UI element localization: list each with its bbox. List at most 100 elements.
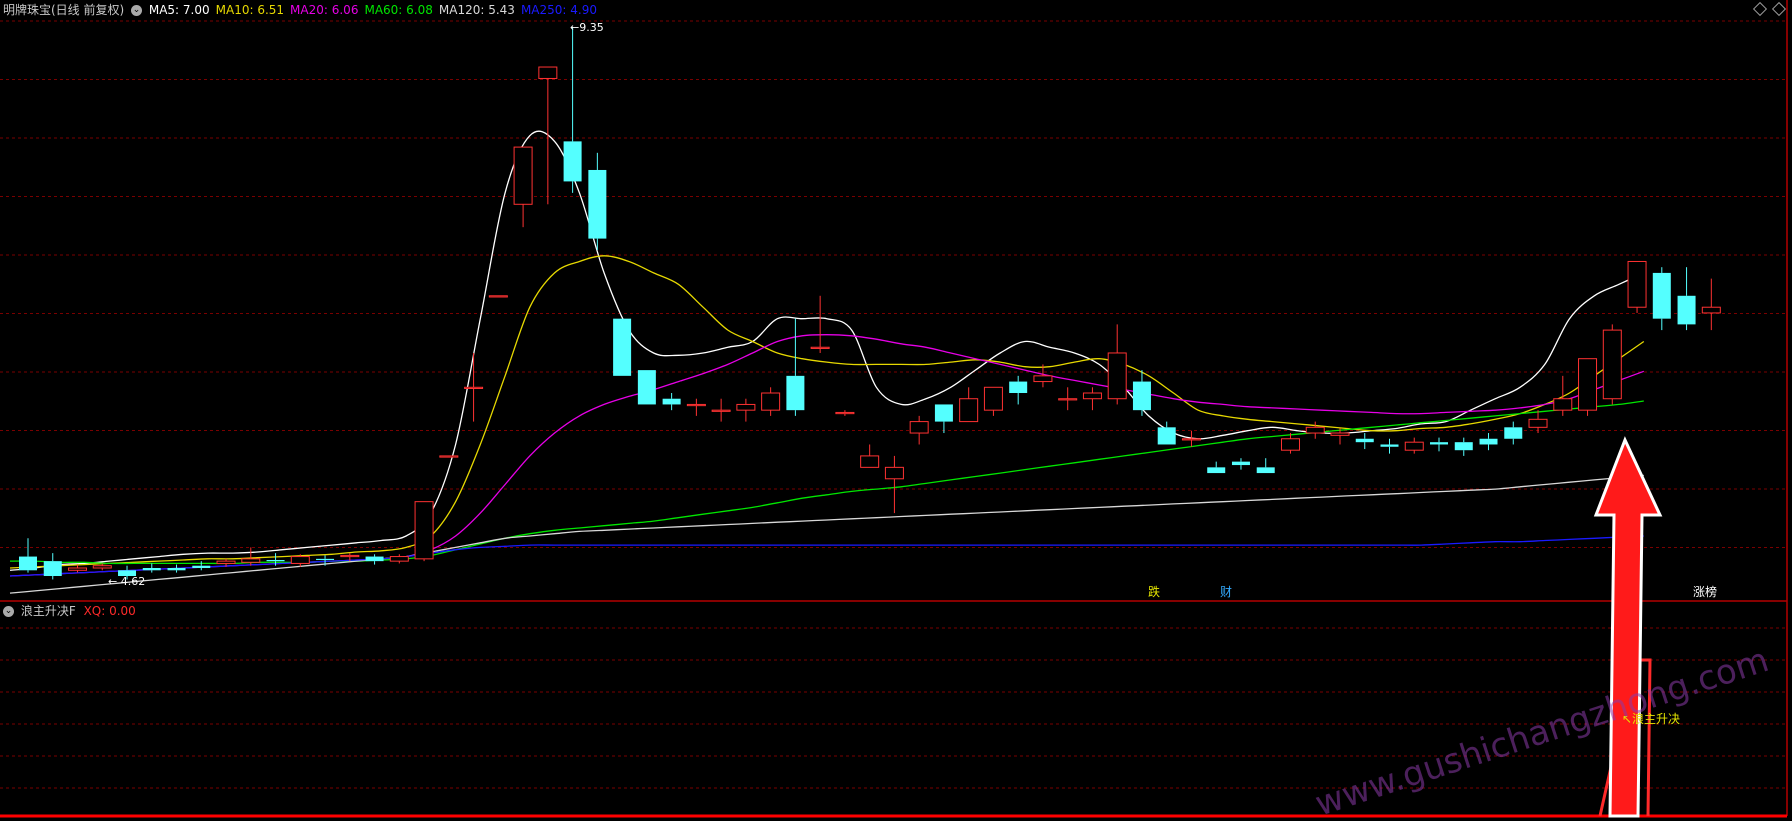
candle-body — [711, 409, 731, 412]
candle — [1701, 278, 1721, 331]
candle-body — [192, 565, 211, 568]
ma-legend-item: MA250: 4.90 — [520, 3, 597, 17]
ma-line-ma60 — [9, 400, 1644, 565]
candle-body — [513, 146, 533, 205]
candle-body — [1627, 260, 1647, 308]
candle-body — [1578, 358, 1598, 411]
candle-body — [92, 565, 112, 569]
candle — [1256, 458, 1275, 474]
candle — [909, 415, 929, 445]
candle-body — [389, 556, 409, 562]
candle — [1132, 370, 1151, 416]
candle-body — [736, 403, 756, 411]
low-price-label: ← 4.62 — [108, 575, 145, 588]
candle — [563, 27, 582, 193]
candle-body — [1355, 438, 1374, 443]
candle-body — [19, 556, 37, 571]
candle-body — [588, 169, 607, 239]
chart-title: 明牌珠宝(日线 前复权) — [3, 3, 125, 17]
candle-body — [909, 421, 929, 434]
candle-body — [1553, 398, 1573, 411]
collapse-icon[interactable]: ⌄ — [131, 5, 143, 16]
candle — [934, 404, 953, 434]
ma-legend-item: MA60: 6.08 — [364, 3, 433, 17]
high-price-label: ←9.35 — [570, 21, 604, 34]
candle-body — [810, 346, 830, 349]
candle — [1553, 375, 1573, 416]
candle — [1355, 433, 1374, 450]
indicator-value-label: XQ: 0.00 — [83, 604, 136, 618]
candle-body — [1181, 438, 1201, 441]
signal-tag: 跌 — [1148, 584, 1160, 599]
candle-body — [761, 392, 781, 411]
candle — [1430, 437, 1449, 452]
signal-tag: 财 — [1220, 585, 1232, 599]
candle-body — [439, 455, 459, 458]
candle-body — [365, 556, 384, 562]
candle-body — [464, 386, 484, 389]
candle-body — [1677, 295, 1696, 325]
candle-body — [1058, 398, 1078, 401]
candle-body — [1256, 467, 1275, 474]
candle-body — [241, 558, 261, 563]
candle-body — [414, 501, 434, 560]
candle — [365, 554, 384, 565]
candle-body — [959, 398, 979, 423]
candle-body — [835, 411, 855, 415]
ma-line-ma10 — [9, 255, 1645, 569]
candle-body — [1157, 427, 1176, 445]
candle — [662, 393, 681, 411]
candle-body — [613, 318, 632, 376]
candle — [613, 318, 632, 376]
candle-body — [1528, 418, 1548, 428]
ma-legend-item: MA20: 6.06 — [290, 3, 359, 17]
candle — [1305, 421, 1325, 439]
candle — [786, 318, 805, 416]
candle — [439, 455, 459, 458]
candle-body — [1082, 392, 1102, 400]
candle-body — [860, 455, 880, 468]
candle — [1454, 437, 1473, 456]
candle-body — [1430, 442, 1449, 445]
ma-legend-item: MA120: 5.43 — [438, 3, 515, 17]
candle-body — [488, 295, 508, 298]
candle-body — [884, 466, 904, 480]
ma-line-ma20 — [9, 334, 1645, 577]
candle — [1009, 375, 1028, 405]
candle-body — [1107, 352, 1127, 400]
candle-body — [1231, 461, 1250, 466]
ma-legend-item: MA5: 7.00 — [148, 3, 210, 17]
candle — [983, 386, 1003, 416]
candle — [959, 387, 979, 423]
candle — [290, 554, 310, 567]
candle-body — [216, 560, 236, 564]
collapse-icon[interactable]: ⌄ — [3, 606, 14, 617]
candle-body — [1380, 444, 1399, 447]
candle-body — [1207, 467, 1226, 474]
candle — [142, 563, 161, 573]
candle — [1107, 324, 1127, 405]
ma-legend: MA5: 7.00 MA10: 6.51 MA20: 6.06 MA60: 6.08 M… — [149, 3, 603, 17]
candle-body — [167, 568, 186, 571]
candle — [389, 554, 409, 564]
candle — [761, 387, 781, 416]
candle-body — [1454, 442, 1473, 451]
grid-lines — [0, 20, 1787, 789]
indicator-title: 浪主升决F — [20, 604, 76, 618]
watermark: www.gushichangzhong.com — [1310, 640, 1773, 821]
candle-body — [1033, 375, 1053, 383]
candle — [1528, 410, 1548, 434]
candle — [1058, 387, 1078, 411]
candle — [513, 146, 533, 228]
candle — [1404, 437, 1424, 454]
candle — [1231, 458, 1250, 470]
indicator-header: ⌄ 浪主升决F XQ: 0.00 — [3, 604, 136, 618]
candle-body — [563, 141, 582, 182]
candle — [810, 295, 830, 353]
candle-body — [662, 398, 681, 405]
candle — [1380, 438, 1399, 454]
candle — [1602, 324, 1622, 405]
candle-body — [983, 386, 1003, 411]
candle — [464, 352, 484, 422]
candle-body — [786, 375, 805, 411]
